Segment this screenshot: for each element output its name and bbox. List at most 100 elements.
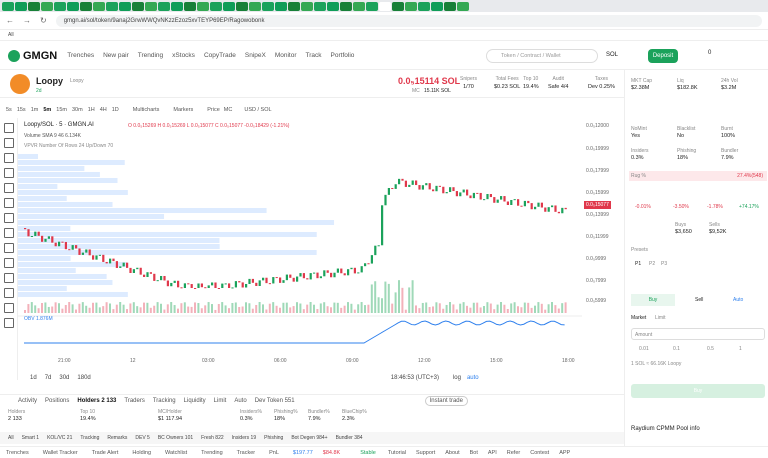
chain-selector[interactable]: SOL [606,52,618,58]
interval-5m[interactable]: 5m [43,107,51,113]
interval-1m[interactable]: 1m [31,107,39,113]
browser-tab[interactable] [210,1,222,11]
nav-track[interactable]: Track [306,52,322,59]
filter-dev[interactable]: DEV 5 [135,435,149,441]
amount-01[interactable]: 0.1 [673,346,680,352]
nav-monitor[interactable]: Monitor [275,52,297,59]
filter-bot-degen[interactable]: Bot Degen 984+ [291,435,327,441]
filter-remarks[interactable]: Remarks [107,435,127,441]
browser-tab[interactable] [262,1,274,11]
nav-xstocks[interactable]: xStocks [172,52,195,59]
url-field[interactable]: gmgn.ai/sol/token/9anaj2GrwWWQvNKzzEzoz5… [55,14,762,27]
reload-icon[interactable]: ↻ [40,16,47,25]
status-refer[interactable]: Refer [507,450,520,456]
browser-tab[interactable] [379,1,391,11]
status-trenches[interactable]: Trenches [6,450,29,456]
interval-15m[interactable]: 15m [56,107,67,113]
preset-p1[interactable]: P1 [635,261,641,267]
multicharts-button[interactable]: Multicharts [133,107,160,113]
browser-tab[interactable] [405,1,417,11]
pool-info[interactable]: Raydium CPMM Pool info [631,426,700,432]
price-toggle[interactable]: Price [207,107,220,113]
auto-toggle[interactable]: auto [467,375,479,381]
range-180d[interactable]: 180d [77,375,90,381]
browser-tab[interactable] [54,1,66,11]
browser-tab[interactable] [301,1,313,11]
mc-toggle[interactable]: MC [224,107,233,113]
markers-button[interactable]: Markers [173,107,193,113]
browser-tab[interactable] [288,1,300,11]
filter-smart[interactable]: Smart 1 [22,435,40,441]
trendline-icon[interactable] [4,138,14,148]
chart-svg[interactable] [18,118,582,374]
browser-tab[interactable] [249,1,261,11]
deposit-button[interactable]: Deposit [648,49,678,63]
price-chart[interactable]: Loopy/SOL · 5 · GMGN.AI O 0.0₅15269 H 0.… [18,118,582,374]
browser-tab[interactable] [15,1,27,11]
browser-tab[interactable] [2,1,14,11]
browser-tab[interactable] [145,1,157,11]
tab-auto[interactable]: Auto [234,398,246,404]
browser-tab[interactable] [119,1,131,11]
ruler-icon[interactable] [4,243,14,253]
tab-holders[interactable]: Holders 2 133 [77,398,116,404]
status-tracker[interactable]: Tracker [237,450,255,456]
browser-tab[interactable] [80,1,92,11]
preset-p2[interactable]: P2 [649,261,655,267]
tab-tracking[interactable]: Tracking [153,398,176,404]
sell-tab[interactable]: Sell [695,297,703,303]
tab-dev-token[interactable]: Dev Token 551 [255,398,295,404]
filter-all[interactable]: All [8,435,14,441]
interval-30m[interactable]: 30m [72,107,83,113]
nav-trenches[interactable]: Trenches [67,52,94,59]
eye-icon[interactable] [4,303,14,313]
nav-portfolio[interactable]: Portfolio [331,52,355,59]
limit-tab[interactable]: Limit [655,315,666,321]
browser-tab[interactable] [236,1,248,11]
filter-phishing[interactable]: Phishing [264,435,283,441]
status-wallet-tracker[interactable]: Wallet Tracker [43,450,78,456]
buy-tab[interactable]: Buy [631,294,675,306]
range-7d[interactable]: 7d [45,375,52,381]
currency-toggle[interactable]: USD / SOL [244,107,271,113]
change-5m[interactable]: -3.50% [673,204,689,210]
crosshair-icon[interactable] [4,123,14,133]
nav-copytrade[interactable]: CopyTrade [204,52,236,59]
browser-tab[interactable] [366,1,378,11]
amount-1[interactable]: 1 [739,346,742,352]
tab-activity[interactable]: Activity [18,398,37,404]
status-trending[interactable]: Trending [201,450,223,456]
range-30d[interactable]: 30d [59,375,69,381]
status-contest[interactable]: Contest [530,450,549,456]
brush-icon[interactable] [4,168,14,178]
nav-new-pair[interactable]: New pair [103,52,129,59]
forward-icon[interactable]: → [23,16,31,25]
browser-tab[interactable] [275,1,287,11]
interval-1h[interactable]: 1H [88,107,95,113]
status-holding[interactable]: Holding [132,450,151,456]
pattern-icon[interactable] [4,183,14,193]
wallet-balance[interactable]: 0 [708,50,711,56]
interval-5s[interactable]: 5s [6,107,12,113]
measure-icon[interactable] [4,198,14,208]
amount-05[interactable]: 0.5 [707,346,714,352]
text-icon[interactable] [4,213,14,223]
gmgn-logo[interactable]: GMGN [8,49,57,62]
trash-icon[interactable] [4,318,14,328]
browser-tab[interactable] [93,1,105,11]
browser-tab[interactable] [41,1,53,11]
browser-tab[interactable] [223,1,235,11]
amount-input[interactable]: Amount [631,328,765,340]
tab-positions[interactable]: Positions [45,398,69,404]
instant-trade-button[interactable]: Instant trade [424,395,468,406]
range-1d[interactable]: 1d [30,375,37,381]
browser-tab[interactable] [314,1,326,11]
status-app[interactable]: APP [559,450,570,456]
magnet-icon[interactable] [4,273,14,283]
filter-kol[interactable]: KOL/VC 21 [47,435,72,441]
back-icon[interactable]: ← [6,16,14,25]
interval-4h[interactable]: 4H [100,107,107,113]
status-support[interactable]: Support [416,450,435,456]
browser-tab[interactable] [171,1,183,11]
browser-tab[interactable] [340,1,352,11]
